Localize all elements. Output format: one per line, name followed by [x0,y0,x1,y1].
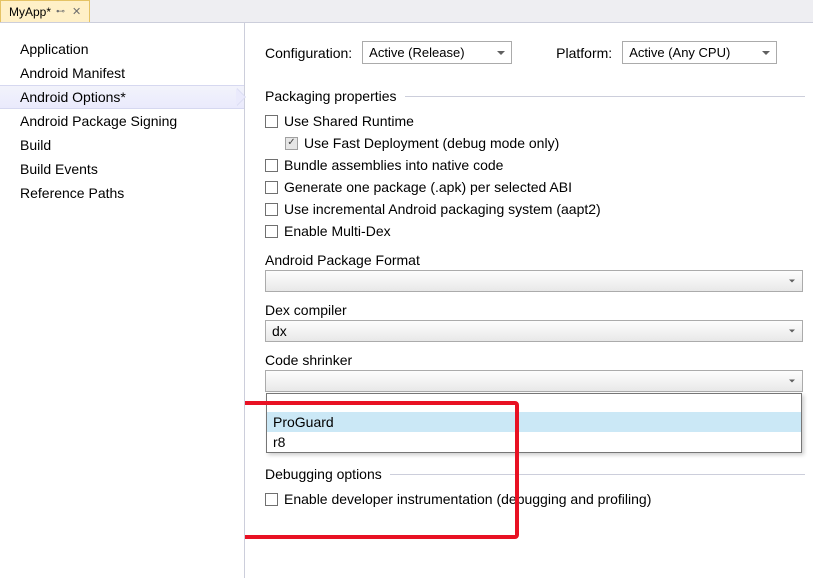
shrinker-label: Code shrinker [265,352,805,368]
sidebar-item-label: Android Package Signing [20,113,177,129]
dev-instr-checkbox[interactable] [265,493,278,506]
shrinker-dropdown: ProGuard r8 [266,393,802,453]
fast-deploy-checkbox [285,137,298,150]
debugging-group-header: Debugging options [265,466,805,482]
tab-title: MyApp* [9,5,51,19]
one-apk-label: Generate one package (.apk) per selected… [284,179,572,195]
tab-bar: MyApp* ⊷ ✕ [0,0,813,23]
main-panel: Configuration: Active (Release) Platform… [245,23,813,578]
one-apk-checkbox[interactable] [265,181,278,194]
close-icon[interactable]: ✕ [70,5,83,18]
dex-select[interactable]: dx [265,320,803,342]
shrinker-option-blank[interactable] [267,394,801,412]
group-title: Packaging properties [265,88,397,104]
pkg-format-label: Android Package Format [265,252,805,268]
sidebar-item-label: Build [20,137,51,153]
shrinker-option-r8[interactable]: r8 [267,432,801,452]
sidebar-item-application[interactable]: Application [0,37,244,61]
pin-icon[interactable]: ⊷ [56,6,65,17]
sidebar-item-label: Android Options* [20,89,126,105]
dex-label: Dex compiler [265,302,805,318]
config-row: Configuration: Active (Release) Platform… [265,41,805,64]
content-area: Application Android Manifest Android Opt… [0,23,813,578]
divider [405,96,805,97]
sidebar-item-label: Build Events [20,161,98,177]
sidebar-item-label: Reference Paths [20,185,124,201]
sidebar-item-reference-paths[interactable]: Reference Paths [0,181,244,205]
multidex-checkbox[interactable] [265,225,278,238]
sidebar: Application Android Manifest Android Opt… [0,23,245,578]
configuration-value: Active (Release) [369,45,464,60]
packaging-group-header: Packaging properties [265,88,805,104]
configuration-select[interactable]: Active (Release) [362,41,512,64]
pkg-format-select[interactable] [265,270,803,292]
sidebar-item-android-manifest[interactable]: Android Manifest [0,61,244,85]
fast-deploy-row: Use Fast Deployment (debug mode only) [265,132,805,154]
dev-instr-row[interactable]: Enable developer instrumentation (debugg… [265,488,805,510]
divider [390,474,805,475]
platform-select[interactable]: Active (Any CPU) [622,41,777,64]
dev-instr-label: Enable developer instrumentation (debugg… [284,491,651,507]
multidex-label: Enable Multi-Dex [284,223,391,239]
aapt2-row[interactable]: Use incremental Android packaging system… [265,198,805,220]
shared-runtime-checkbox[interactable] [265,115,278,128]
sidebar-item-label: Android Manifest [20,65,125,81]
bundle-native-row[interactable]: Bundle assemblies into native code [265,154,805,176]
shared-runtime-label: Use Shared Runtime [284,113,414,129]
group-title: Debugging options [265,466,382,482]
document-tab[interactable]: MyApp* ⊷ ✕ [0,0,90,22]
aapt2-label: Use incremental Android packaging system… [284,201,601,217]
shrinker-option-proguard[interactable]: ProGuard [267,412,801,432]
sidebar-item-build-events[interactable]: Build Events [0,157,244,181]
shared-runtime-row[interactable]: Use Shared Runtime [265,110,805,132]
sidebar-item-build[interactable]: Build [0,133,244,157]
platform-label: Platform: [556,45,612,61]
sidebar-item-label: Application [20,41,89,57]
bundle-native-label: Bundle assemblies into native code [284,157,503,173]
aapt2-checkbox[interactable] [265,203,278,216]
platform-value: Active (Any CPU) [629,45,730,60]
configuration-label: Configuration: [265,45,352,61]
dex-value: dx [272,323,287,339]
shrinker-select[interactable]: ProGuard r8 [265,370,803,392]
sidebar-item-android-options[interactable]: Android Options* [0,85,244,109]
bundle-native-checkbox[interactable] [265,159,278,172]
multidex-row[interactable]: Enable Multi-Dex [265,220,805,242]
one-apk-row[interactable]: Generate one package (.apk) per selected… [265,176,805,198]
sidebar-item-package-signing[interactable]: Android Package Signing [0,109,244,133]
fast-deploy-label: Use Fast Deployment (debug mode only) [304,135,559,151]
